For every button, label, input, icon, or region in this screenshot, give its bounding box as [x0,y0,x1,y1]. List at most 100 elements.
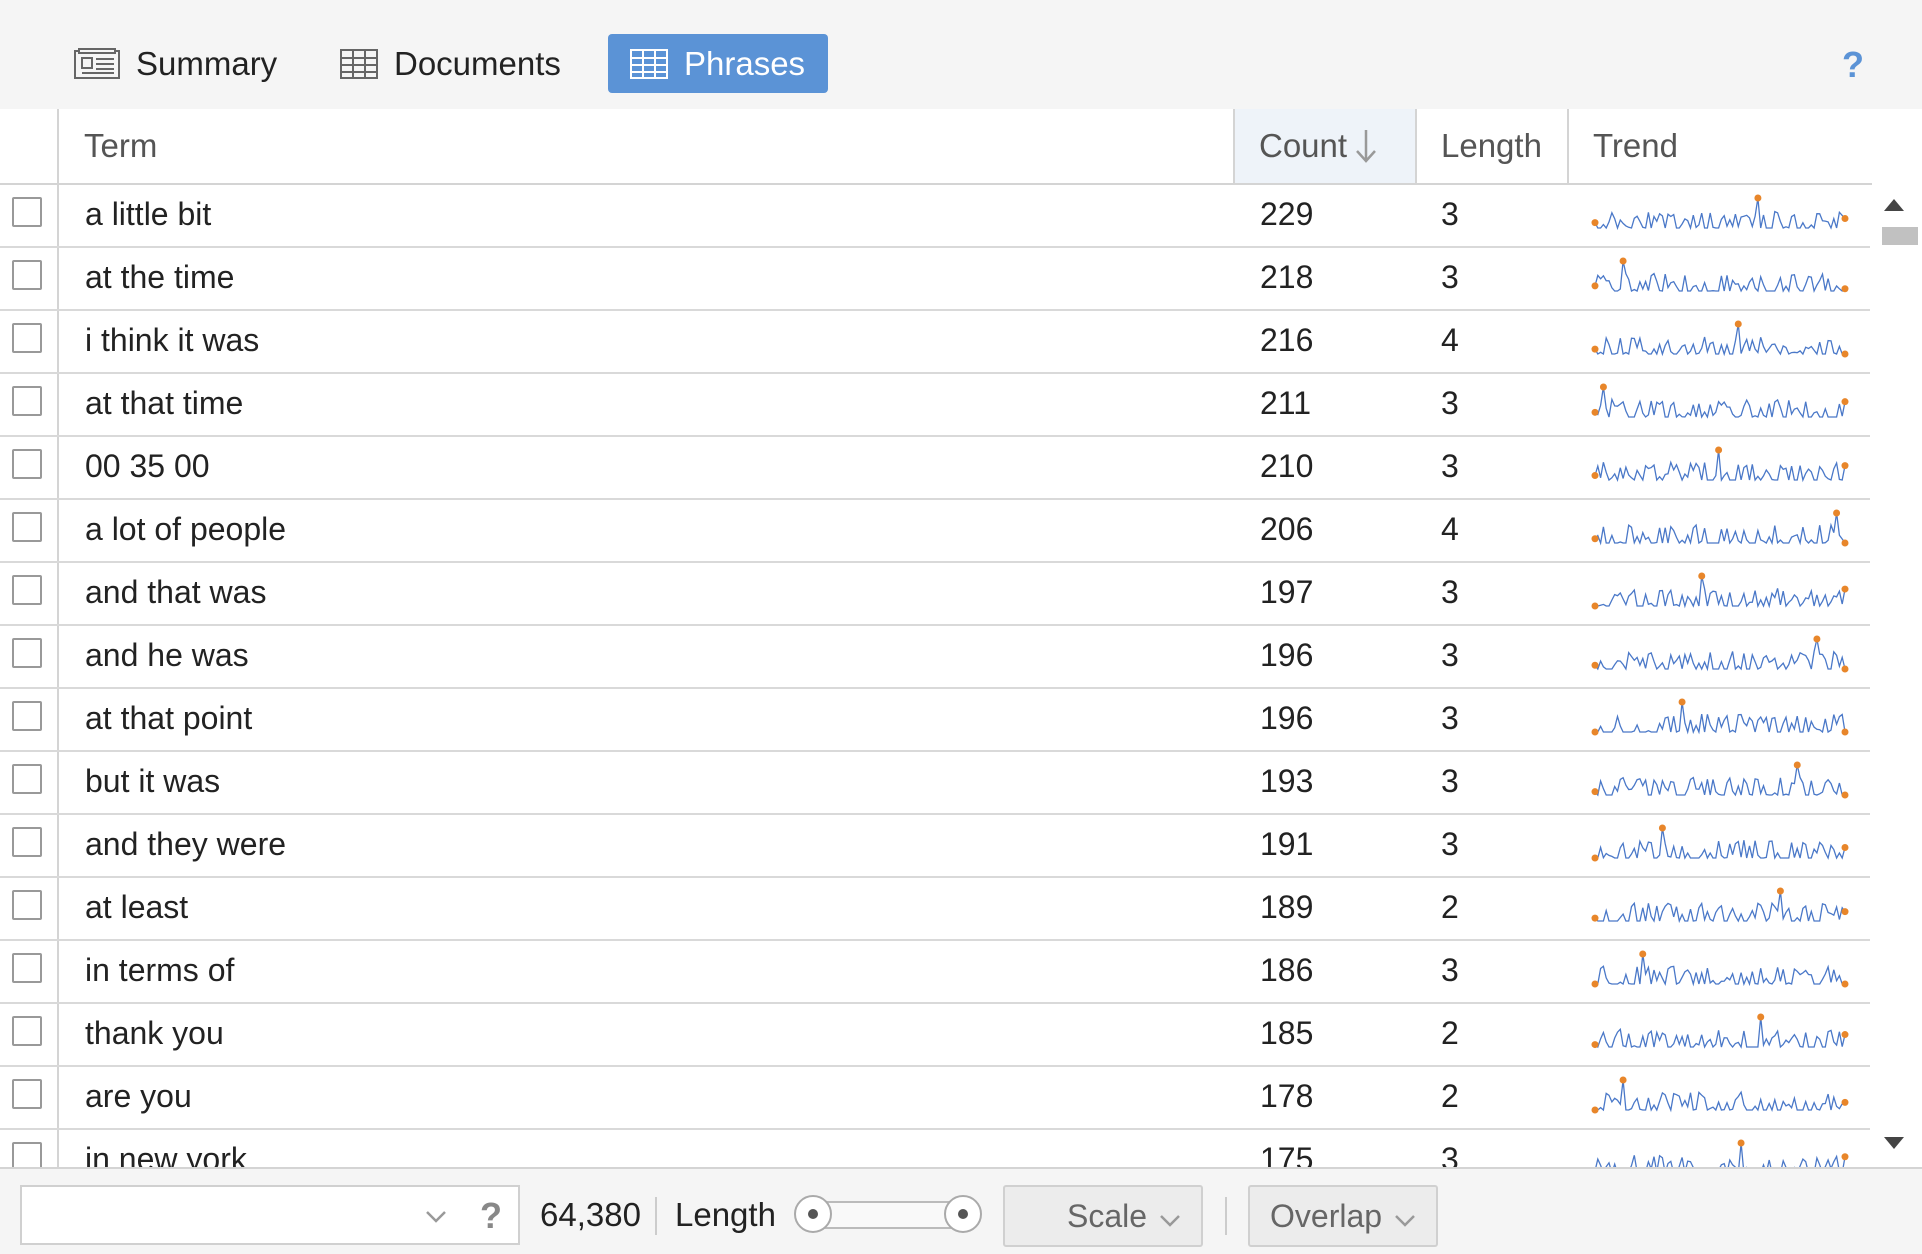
sparkline-path [1594,512,1846,546]
table-row[interactable]: at that time 211 3 [0,372,1870,437]
sparkline-marker [1793,761,1801,769]
column-header-length[interactable]: Length [1417,109,1567,183]
sparkline-marker [1591,472,1599,480]
table-row[interactable]: and he was 196 3 [0,624,1870,689]
tab-phrases[interactable]: Phrases [608,34,828,93]
sparkline-marker [1841,585,1849,593]
sparkline-path [1594,197,1846,231]
overlap-button[interactable]: Overlap [1248,1185,1438,1247]
trend-sparkline [1591,320,1849,358]
scroll-up-arrow-icon[interactable] [1884,199,1904,211]
row-checkbox[interactable] [12,890,42,920]
sparkline-path [1595,1142,1846,1167]
table-row[interactable]: thank you 185 2 [0,1002,1870,1067]
divider [655,1197,657,1235]
row-checkbox[interactable] [12,260,42,290]
tab-documents[interactable]: Documents [318,34,583,93]
row-count: 210 [1260,448,1314,484]
trend-sparkline [1591,950,1849,988]
row-checkbox[interactable] [12,197,42,227]
table-row[interactable]: and that was 197 3 [0,561,1870,626]
table-row[interactable]: at the time 218 3 [0,246,1870,311]
sparkline-path [1594,260,1846,294]
column-divider [1567,109,1569,183]
table-row[interactable]: at that point 196 3 [0,687,1870,752]
row-checkbox[interactable] [12,449,42,479]
tab-bar: Summary Documents Phrases ? [0,0,1922,109]
tab-summary[interactable]: Summary [52,34,299,93]
row-checkbox[interactable] [12,386,42,416]
table-row[interactable]: 00 35 00 210 3 [0,435,1870,500]
column-header-term[interactable]: Term [60,109,1235,183]
row-count: 185 [1260,1015,1314,1051]
chevron-down-icon [1157,1205,1183,1242]
trend-sparkline [1591,1076,1849,1114]
length-slider-min-handle[interactable] [794,1195,832,1233]
row-length: 3 [1441,196,1459,232]
row-checkbox[interactable] [12,512,42,542]
row-count: 178 [1260,1078,1314,1114]
row-checkbox[interactable] [12,953,42,983]
column-header-trend[interactable]: Trend [1569,109,1869,183]
row-checkbox[interactable] [12,575,42,605]
row-count: 175 [1260,1141,1314,1167]
trend-sparkline [1591,509,1849,547]
row-checkbox[interactable] [12,827,42,857]
trend-sparkline [1591,635,1849,673]
vertical-scrollbar[interactable] [1872,183,1922,1167]
row-checkbox[interactable] [12,638,42,668]
trend-sparkline [1591,194,1849,231]
table-icon [340,48,378,80]
row-term: and he was [85,637,249,673]
row-checkbox[interactable] [12,701,42,731]
row-checkbox[interactable] [12,764,42,794]
table-row[interactable]: in terms of 186 3 [0,939,1870,1004]
sparkline-path [1594,1016,1846,1049]
table-row[interactable]: i think it was 216 4 [0,309,1870,374]
column-header-count[interactable]: Count [1235,109,1415,183]
sparkline-marker [1841,1098,1849,1106]
row-checkbox[interactable] [12,1016,42,1046]
table-row[interactable]: in new york 175 3 [0,1128,1870,1167]
sparkline-marker [1841,1031,1849,1039]
row-term: at that time [85,385,244,421]
row-term: thank you [85,1015,224,1051]
table-row[interactable]: a lot of people 206 4 [0,498,1870,563]
row-checkbox[interactable] [12,1079,42,1109]
sparkline-marker [1754,194,1762,202]
sparkline-marker [1734,320,1742,328]
row-length: 4 [1441,511,1459,547]
row-term: a little bit [85,196,212,232]
sparkline-marker [1591,661,1599,669]
sparkline-marker [1737,1139,1745,1147]
sparkline-marker [1591,788,1599,796]
row-length: 3 [1441,826,1459,862]
sparkline-path [1595,827,1846,860]
scrollbar-thumb[interactable] [1882,227,1918,245]
table-row[interactable]: but it was 193 3 [0,750,1870,815]
search-help-icon[interactable]: ? [480,1195,502,1237]
row-checkbox[interactable] [12,1142,42,1167]
table-row[interactable]: a little bit 229 3 [0,183,1870,248]
sort-descending-icon [1353,128,1379,164]
sparkline-marker [1841,462,1849,470]
table-row[interactable]: are you 178 2 [0,1065,1870,1130]
table-row[interactable]: at least 189 2 [0,876,1870,941]
sparkline-marker [1841,398,1849,406]
chevron-down-icon[interactable] [422,1203,450,1236]
sparkline-marker [1776,887,1784,895]
row-term: at that point [85,700,253,736]
table-row[interactable]: and they were 191 3 [0,813,1870,878]
length-slider-max-handle[interactable] [944,1195,982,1233]
row-checkbox[interactable] [12,323,42,353]
row-term: and that was [85,574,267,610]
sparkline-path [1595,1079,1846,1113]
scroll-down-arrow-icon[interactable] [1884,1137,1904,1149]
row-count: 196 [1260,637,1314,673]
help-button[interactable]: ? [1842,44,1864,86]
footer-toolbar: ? 64,380 Length Scale Overlap [0,1167,1922,1254]
scale-button[interactable]: Scale [1003,1185,1203,1247]
search-combobox[interactable]: ? [20,1185,520,1245]
trend-sparkline [1591,572,1849,610]
trend-sparkline [1595,1139,1849,1167]
